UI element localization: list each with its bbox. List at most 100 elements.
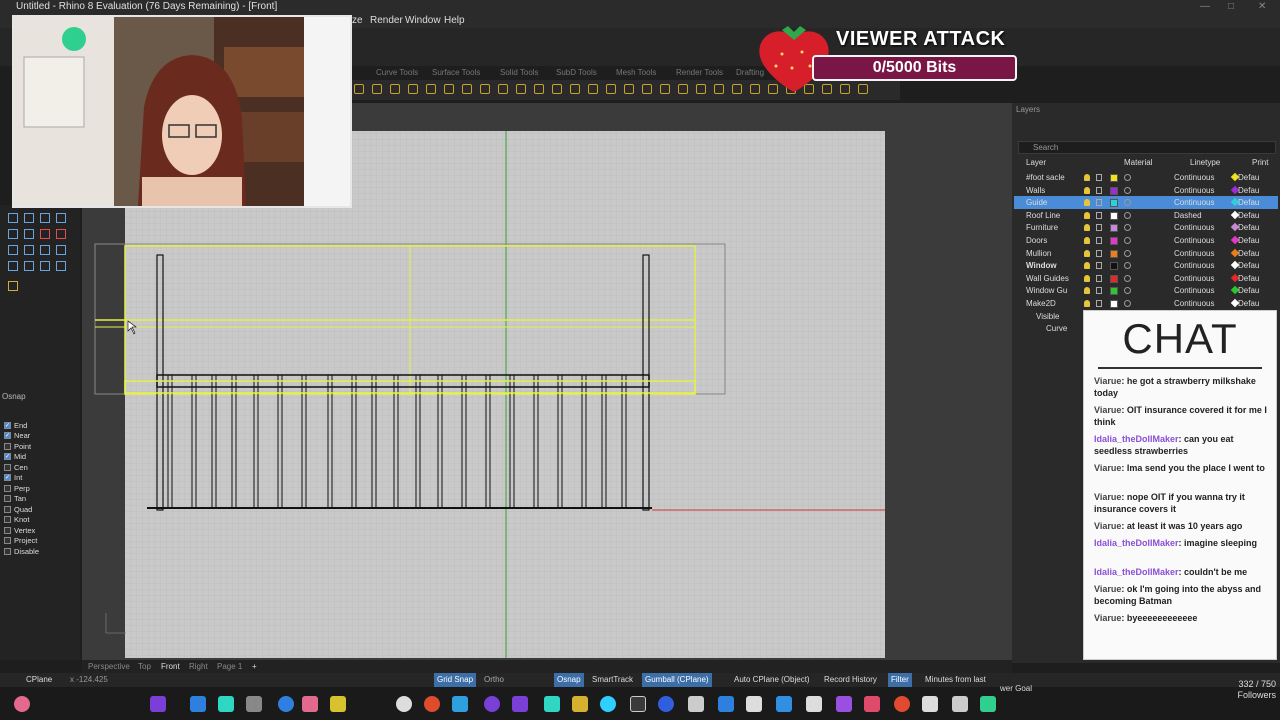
app-icon-19[interactable] [952,696,968,712]
osnap-item[interactable]: ✓ Int [4,473,22,483]
rectangle-tool-icon[interactable] [462,84,472,94]
curve-icon[interactable] [8,229,18,239]
osnap-checkbox[interactable]: ✓ [4,453,11,460]
tab-render-tools[interactable]: Render Tools [676,68,723,77]
material-icon[interactable] [1124,211,1131,219]
layer-print[interactable]: Defau [1238,284,1259,297]
move-tool-icon[interactable] [660,84,670,94]
dimension-icon[interactable] [24,261,34,271]
app-icon-12[interactable] [688,696,704,712]
tab-curve-tools[interactable]: Curve Tools [376,68,418,77]
tab-page-1[interactable]: Page 1 [217,662,242,671]
solid-icon[interactable] [24,245,34,255]
layer-print[interactable]: Defau [1238,196,1259,209]
layer-linetype[interactable]: Continuous [1174,184,1214,197]
osnap-checkbox[interactable] [4,537,11,544]
layer-linetype[interactable]: Continuous [1174,272,1214,285]
layer-row[interactable]: Roof Line Dashed Defau [1014,209,1278,222]
tab-top[interactable]: Top [138,662,151,671]
circle-tool-icon[interactable] [426,84,436,94]
layer-linetype[interactable]: Continuous [1174,297,1214,310]
layer-print[interactable]: Defau [1238,247,1259,260]
surface-icon[interactable] [8,245,18,255]
app-icon-13[interactable] [718,696,734,712]
select-tool-icon[interactable] [8,213,18,223]
gumball-toggle[interactable]: Gumball (CPlane) [642,673,712,687]
layer-row[interactable]: Doors Continuous Defau [1014,234,1278,247]
osnap-checkbox[interactable]: ✓ [4,432,11,439]
app-icon-16[interactable] [836,696,852,712]
osnap-checkbox[interactable]: ✓ [4,474,11,481]
layer-name[interactable]: Wall Guides [1026,272,1069,285]
lock-icon[interactable] [1096,287,1102,295]
layer-linetype[interactable]: Continuous [1174,284,1214,297]
close-icon[interactable]: ✕ [1258,0,1266,14]
scale-tool-icon[interactable] [714,84,724,94]
layer-name[interactable]: Mullion [1026,247,1051,260]
arc-icon[interactable] [24,229,34,239]
lock-icon[interactable] [1096,186,1102,194]
lightbulb-icon[interactable] [1084,224,1090,232]
material-icon[interactable] [1124,249,1131,257]
lightbulb-icon[interactable] [1084,249,1090,257]
app-icon-8[interactable] [544,696,560,712]
app-icon-1[interactable] [218,696,234,712]
layer-print[interactable]: Defau [1238,171,1259,184]
layer-color-swatch[interactable] [1110,274,1118,283]
layer-print[interactable]: Defau [1238,259,1259,272]
render-icon[interactable] [56,261,66,271]
app-icon-6[interactable] [452,696,468,712]
layer-row[interactable]: Window Continuous Defau [1014,259,1278,272]
analyze-icon[interactable] [40,261,50,271]
material-icon[interactable] [1124,199,1131,207]
app-icon-17[interactable] [864,696,880,712]
tab-surface-tools[interactable]: Surface Tools [432,68,480,77]
lock-icon[interactable] [1096,274,1102,282]
circle-icon[interactable] [40,229,50,239]
curve-tool-icon[interactable] [408,84,418,94]
lightbulb-icon[interactable] [1084,237,1090,244]
polygon-tool-icon[interactable] [480,84,490,94]
twitch-icon[interactable] [512,696,528,712]
layer-name[interactable]: Window [1026,259,1057,272]
select-window-icon[interactable] [24,213,34,223]
osnap-checkbox[interactable] [4,526,11,534]
explode-tool-icon[interactable] [642,84,652,94]
material-icon[interactable] [1124,262,1131,270]
mesh-icon[interactable] [40,245,50,255]
column-layer[interactable]: Layer [1026,158,1046,167]
osnap-checkbox[interactable] [4,547,11,555]
split-tool-icon[interactable] [606,84,616,94]
layer-color-swatch[interactable] [1110,211,1118,220]
layer-linetype[interactable]: Continuous [1174,221,1214,234]
smarttrack-toggle[interactable]: SmartTrack [592,673,633,687]
lightbulb-icon[interactable] [1084,262,1090,270]
edge-browser-icon[interactable] [278,696,294,712]
point-tool-icon[interactable] [354,84,364,94]
tab-solid-tools[interactable]: Solid Tools [500,68,539,77]
osnap-item[interactable]: Vertex [4,525,35,535]
layer-row[interactable]: Window Gu Continuous Defau [1014,284,1278,297]
app-icon-7[interactable] [484,696,500,712]
layer-row[interactable]: Walls Continuous Defau [1014,184,1278,197]
lightbulb-icon[interactable] [1084,186,1090,194]
layer-linetype[interactable]: Continuous [1174,171,1214,184]
column-material[interactable]: Material [1124,158,1152,167]
layer-name[interactable]: Doors [1026,234,1047,247]
osnap-item[interactable]: ✓ End [4,420,27,430]
column-linetype[interactable]: Linetype [1190,158,1220,167]
layer-name[interactable]: #foot sacle [1026,171,1065,184]
layer-color-swatch[interactable] [1110,199,1118,208]
lightbulb-icon[interactable] [1084,300,1090,307]
lightbulb-icon[interactable] [1084,211,1090,219]
layer-color-swatch[interactable] [1110,186,1118,195]
lock-icon[interactable] [1096,262,1102,270]
tab-perspective[interactable]: Perspective [88,662,130,671]
layer-print[interactable]: Defau [1238,209,1259,222]
minimize-icon[interactable]: — [1200,0,1210,14]
layer-name[interactable]: Roof Line [1026,209,1060,222]
app-icon-20[interactable] [980,696,996,712]
osnap-checkbox[interactable] [4,505,11,513]
layer-print[interactable]: Defau [1238,221,1259,234]
tab-front[interactable]: Front [161,662,180,671]
